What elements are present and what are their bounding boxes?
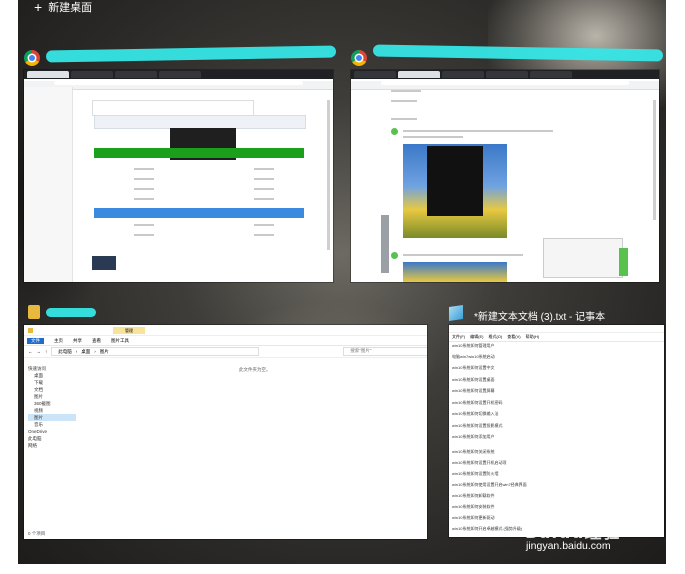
text-line: win10系统如何设置开机密码 — [452, 400, 503, 405]
menu-item[interactable]: 格式(O) — [488, 334, 502, 340]
nav-item[interactable]: 文档 — [28, 386, 76, 393]
navigation-pane: 快速访问 桌面 下载 文档 图片 360截图 视频 图片 音乐 OneDrive… — [28, 365, 76, 449]
new-desktop-button[interactable]: + 新建桌面 — [34, 0, 92, 14]
breadcrumb[interactable]: 此电脑 › 桌面 › 图片 — [51, 347, 260, 356]
back-arrow-icon[interactable]: ← — [28, 349, 33, 354]
text-line: win10系统如何切换输入法 — [452, 411, 499, 416]
menu-item[interactable]: 帮助(H) — [526, 334, 540, 340]
nav-item[interactable]: OneDrive — [28, 428, 76, 435]
nav-item[interactable]: 图片 — [28, 393, 76, 400]
menu-item[interactable]: 文件(F) — [452, 334, 465, 340]
nav-item[interactable]: 此电脑 — [28, 435, 76, 442]
menu-item[interactable]: 编辑(E) — [470, 334, 483, 340]
nav-item[interactable]: 网络 — [28, 442, 76, 449]
ribbon-tab[interactable]: 主页 — [54, 338, 63, 344]
nav-item[interactable]: 下载 — [28, 379, 76, 386]
plus-icon: + — [34, 0, 43, 15]
window-thumbnail-file-explorer[interactable]: 管理 文件 主页 共享 查看 图片工具 ← → ↑ 此电脑 › 桌面 › 图片 搜索… — [24, 325, 427, 539]
text-line: win10系统如何更新驱动 — [452, 515, 495, 520]
text-line: win10系统如何管理用户 — [452, 343, 495, 348]
text-line: win10系统如何关闭系统 — [452, 449, 495, 454]
nav-item[interactable]: 360截图 — [28, 400, 76, 407]
notepad-menu: 文件(F) 编辑(E) 格式(O) 查看(V) 帮助(H) — [449, 333, 664, 342]
chrome-icon — [351, 50, 367, 66]
text-line: win10系统如何添加用户 — [452, 434, 495, 439]
text-line: win10系统如何卸载软件 — [452, 493, 495, 498]
text-line: 电脑win7win10系统启动 — [452, 354, 495, 359]
window-thumbnail-notepad[interactable]: 文件(F) 编辑(E) 格式(O) 查看(V) 帮助(H) win10系统如何管… — [449, 325, 664, 537]
text-line: win10系统如何设置桌面 — [452, 377, 495, 382]
text-line: win10系统如何设置屏幕 — [452, 388, 495, 393]
new-desktop-label: 新建桌面 — [48, 2, 93, 14]
window-thumbnail-browser-1[interactable] — [24, 70, 333, 282]
window-thumbnail-browser-2[interactable] — [351, 70, 659, 282]
text-line: win10系统如何安装软件 — [452, 504, 495, 509]
text-line: win10系统如何使用设置开启win7经典界面 — [452, 482, 527, 487]
text-line: win10系统如何设置防火墙 — [452, 471, 499, 476]
notepad-window-title: *新建文本文档 (3).txt - 记事本 — [474, 312, 606, 323]
text-line: win10系统如何设置开机启动项 — [452, 460, 507, 465]
text-line: win10系统如何开启卓越模式 (强势升级) — [452, 526, 523, 531]
forward-arrow-icon[interactable]: → — [37, 349, 42, 354]
nav-item[interactable]: 音乐 — [28, 421, 76, 428]
up-arrow-icon[interactable]: ↑ — [45, 349, 47, 354]
task-view-background: + 新建桌面 管理 文件 主页 共享 查看 图片工具 ← → ↑ 此电脑 › 桌… — [18, 0, 666, 564]
folder-icon — [28, 305, 40, 319]
text-line: win10系统如何设置中文 — [452, 365, 495, 370]
nav-item[interactable]: 图片 — [28, 414, 76, 421]
ribbon-tabs: 文件 主页 共享 查看 图片工具 — [24, 336, 427, 346]
redacted-title — [46, 308, 96, 317]
redacted-title — [45, 45, 337, 63]
chrome-icon — [24, 50, 40, 66]
empty-folder-message: 此文件夹为空。 — [239, 367, 271, 372]
notepad-icon — [449, 305, 463, 321]
nav-item[interactable]: 快速访问 — [28, 365, 76, 372]
nav-item[interactable]: 视频 — [28, 407, 76, 414]
ribbon-tab[interactable]: 图片工具 — [111, 338, 129, 344]
status-bar: 0 个项目 — [28, 531, 46, 536]
search-input[interactable]: 搜索"图片" — [343, 347, 427, 356]
nav-item[interactable]: 桌面 — [28, 372, 76, 379]
ribbon-tab[interactable]: 文件 — [27, 337, 44, 344]
ribbon-tab[interactable]: 共享 — [73, 338, 82, 344]
manage-tab[interactable]: 管理 — [113, 326, 145, 334]
text-line: win10系统如何设置投影模式 — [452, 423, 503, 428]
watermark-url: jingyan.baidu.com — [526, 540, 611, 552]
menu-item[interactable]: 查看(V) — [507, 334, 520, 340]
ribbon-tab[interactable]: 查看 — [92, 338, 101, 344]
